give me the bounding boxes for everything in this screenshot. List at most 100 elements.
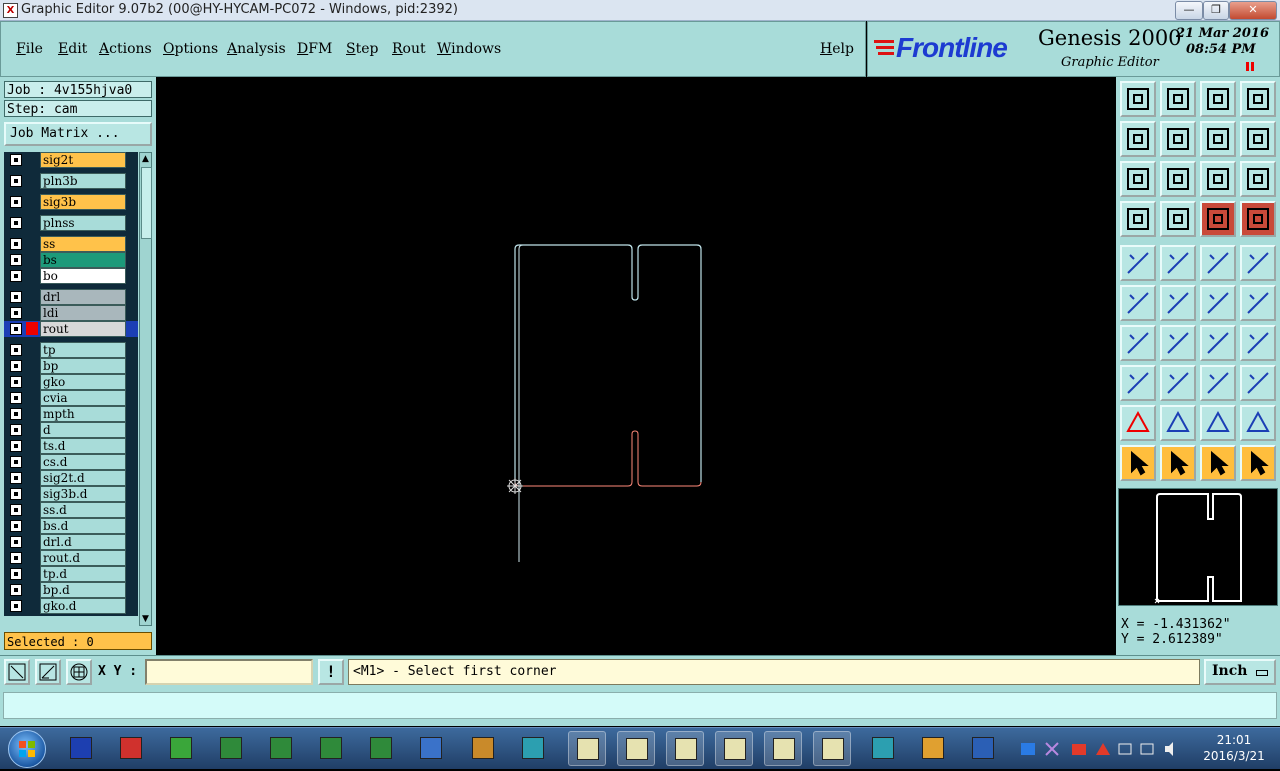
layer-name[interactable]: pln3b bbox=[40, 173, 126, 189]
layer-row[interactable]: gko bbox=[4, 374, 138, 390]
layer-row[interactable]: rout bbox=[4, 321, 138, 337]
menu-options[interactable]: Options bbox=[163, 41, 218, 57]
layer-name[interactable]: gko.d bbox=[40, 598, 126, 614]
layer-checkbox[interactable] bbox=[10, 584, 22, 596]
arc-button[interactable] bbox=[1200, 325, 1236, 361]
point-add-button[interactable] bbox=[1120, 365, 1156, 401]
layer-row[interactable]: cs.d bbox=[4, 454, 138, 470]
layer-row[interactable]: ss.d bbox=[4, 502, 138, 518]
layer-checkbox[interactable] bbox=[10, 392, 22, 404]
layer-checkbox[interactable] bbox=[10, 254, 22, 266]
cross-button[interactable] bbox=[1160, 285, 1196, 321]
menu-dfm[interactable]: DFM bbox=[297, 41, 332, 57]
layer-checkbox[interactable] bbox=[10, 217, 22, 229]
layer-row[interactable]: bs bbox=[4, 252, 138, 268]
layer-checkbox[interactable] bbox=[10, 536, 22, 548]
spacing-button[interactable] bbox=[1200, 365, 1236, 401]
unit-selector[interactable]: Inch bbox=[1204, 659, 1276, 685]
genesis-window-2-taskbar-button[interactable] bbox=[617, 731, 655, 766]
layer-list-scrollbar[interactable]: ▲ ▼ bbox=[139, 152, 152, 626]
scroll-down-icon[interactable]: ▼ bbox=[141, 614, 150, 624]
taskbar-clock[interactable]: 21:01 2016/3/21 bbox=[1198, 732, 1270, 764]
job-matrix-button[interactable]: Job Matrix ... bbox=[4, 122, 152, 146]
excel2-app-taskbar-button[interactable] bbox=[262, 731, 300, 766]
layer-checkbox[interactable] bbox=[10, 154, 22, 166]
move-point2-button[interactable] bbox=[1240, 285, 1276, 321]
zoom-page-button[interactable] bbox=[1160, 81, 1196, 117]
layer-checkbox[interactable] bbox=[10, 323, 22, 335]
menu-actions[interactable]: Actions bbox=[99, 41, 152, 57]
layer-row[interactable]: drl bbox=[4, 289, 138, 305]
layer-checkbox[interactable] bbox=[10, 456, 22, 468]
layer-name[interactable]: bo bbox=[40, 268, 126, 284]
layer-checkbox[interactable] bbox=[10, 307, 22, 319]
pointer-path-button[interactable] bbox=[1240, 445, 1276, 481]
pan-left-button[interactable] bbox=[1120, 121, 1156, 157]
layer-checkbox[interactable] bbox=[10, 376, 22, 388]
layer-checkbox[interactable] bbox=[10, 520, 22, 532]
connect-button[interactable] bbox=[1120, 285, 1156, 321]
layer-checkbox[interactable] bbox=[10, 568, 22, 580]
layer-checkbox[interactable] bbox=[10, 488, 22, 500]
layer-name[interactable]: sig2t.d bbox=[40, 470, 126, 486]
menu-rout[interactable]: Rout bbox=[392, 41, 426, 57]
notepad-app-taskbar-button[interactable] bbox=[412, 731, 450, 766]
help-button[interactable] bbox=[1240, 161, 1276, 197]
angle-line-button[interactable] bbox=[1120, 325, 1156, 361]
layer-row[interactable]: sig2t bbox=[4, 152, 138, 168]
layer-name[interactable]: bp bbox=[40, 358, 126, 374]
layer-row[interactable]: tp bbox=[4, 342, 138, 358]
circle-group-button[interactable] bbox=[1240, 365, 1276, 401]
ruler-button[interactable] bbox=[1200, 245, 1236, 281]
layer-checkbox[interactable] bbox=[10, 360, 22, 372]
layer-name[interactable]: cs.d bbox=[40, 454, 126, 470]
snap-mode-button[interactable] bbox=[4, 659, 30, 685]
genesis-window-6-taskbar-button[interactable] bbox=[813, 731, 851, 766]
alert-button[interactable]: ! bbox=[318, 659, 344, 685]
layers-settings-button[interactable] bbox=[1120, 201, 1156, 237]
window-button[interactable] bbox=[1240, 81, 1276, 117]
menu-edit[interactable]: Edit bbox=[58, 41, 87, 57]
layer-row[interactable]: cvia bbox=[4, 390, 138, 406]
select-area-button[interactable] bbox=[1160, 245, 1196, 281]
layer-row[interactable]: ss bbox=[4, 236, 138, 252]
layer-name[interactable]: rout.d bbox=[40, 550, 126, 566]
graphic-canvas[interactable] bbox=[156, 77, 1116, 655]
layer-name[interactable]: bs bbox=[40, 252, 126, 268]
layer-row[interactable]: mpth bbox=[4, 406, 138, 422]
triangle4-button[interactable] bbox=[1240, 405, 1276, 441]
layer-checkbox[interactable] bbox=[10, 408, 22, 420]
layer-checkbox[interactable] bbox=[10, 504, 22, 516]
layer-name[interactable]: rout bbox=[40, 321, 126, 337]
pad-button[interactable] bbox=[1240, 245, 1276, 281]
pan-right-button[interactable] bbox=[1160, 121, 1196, 157]
layer-checkbox[interactable] bbox=[10, 291, 22, 303]
layer-row[interactable]: bo bbox=[4, 268, 138, 284]
maximize-button[interactable]: ❐ bbox=[1203, 1, 1229, 20]
writer-app-taskbar-button[interactable] bbox=[464, 731, 502, 766]
layer-name[interactable]: ss.d bbox=[40, 502, 126, 518]
scroll-thumb[interactable] bbox=[141, 167, 152, 239]
layer-row[interactable]: ldi bbox=[4, 305, 138, 321]
zoom-home-button[interactable] bbox=[1120, 81, 1156, 117]
genesis-window-1-taskbar-button[interactable] bbox=[568, 731, 606, 766]
mirror-button[interactable] bbox=[1240, 325, 1276, 361]
layer-checkbox[interactable] bbox=[10, 440, 22, 452]
layer-name[interactable]: gko bbox=[40, 374, 126, 390]
layer-name[interactable]: mpth bbox=[40, 406, 126, 422]
layer-name[interactable]: drl.d bbox=[40, 534, 126, 550]
publisher-app-taskbar-button[interactable] bbox=[162, 731, 200, 766]
layer-name[interactable]: bs.d bbox=[40, 518, 126, 534]
genesis-window-5-taskbar-button[interactable] bbox=[764, 731, 802, 766]
genesis-window-4-taskbar-button[interactable] bbox=[715, 731, 753, 766]
undo-redo-button[interactable] bbox=[1200, 121, 1236, 157]
layer-checkbox[interactable] bbox=[10, 270, 22, 282]
layer-row[interactable]: gko.d bbox=[4, 598, 138, 614]
excel4-app-taskbar-button[interactable] bbox=[362, 731, 400, 766]
triangle2-button[interactable] bbox=[1160, 405, 1196, 441]
eye2-app-taskbar-button[interactable] bbox=[864, 731, 902, 766]
eye-app-taskbar-button[interactable] bbox=[514, 731, 552, 766]
layer-row[interactable]: plnss bbox=[4, 215, 138, 231]
layer-name[interactable]: d bbox=[40, 422, 126, 438]
menu-file[interactable]: File bbox=[16, 41, 43, 57]
